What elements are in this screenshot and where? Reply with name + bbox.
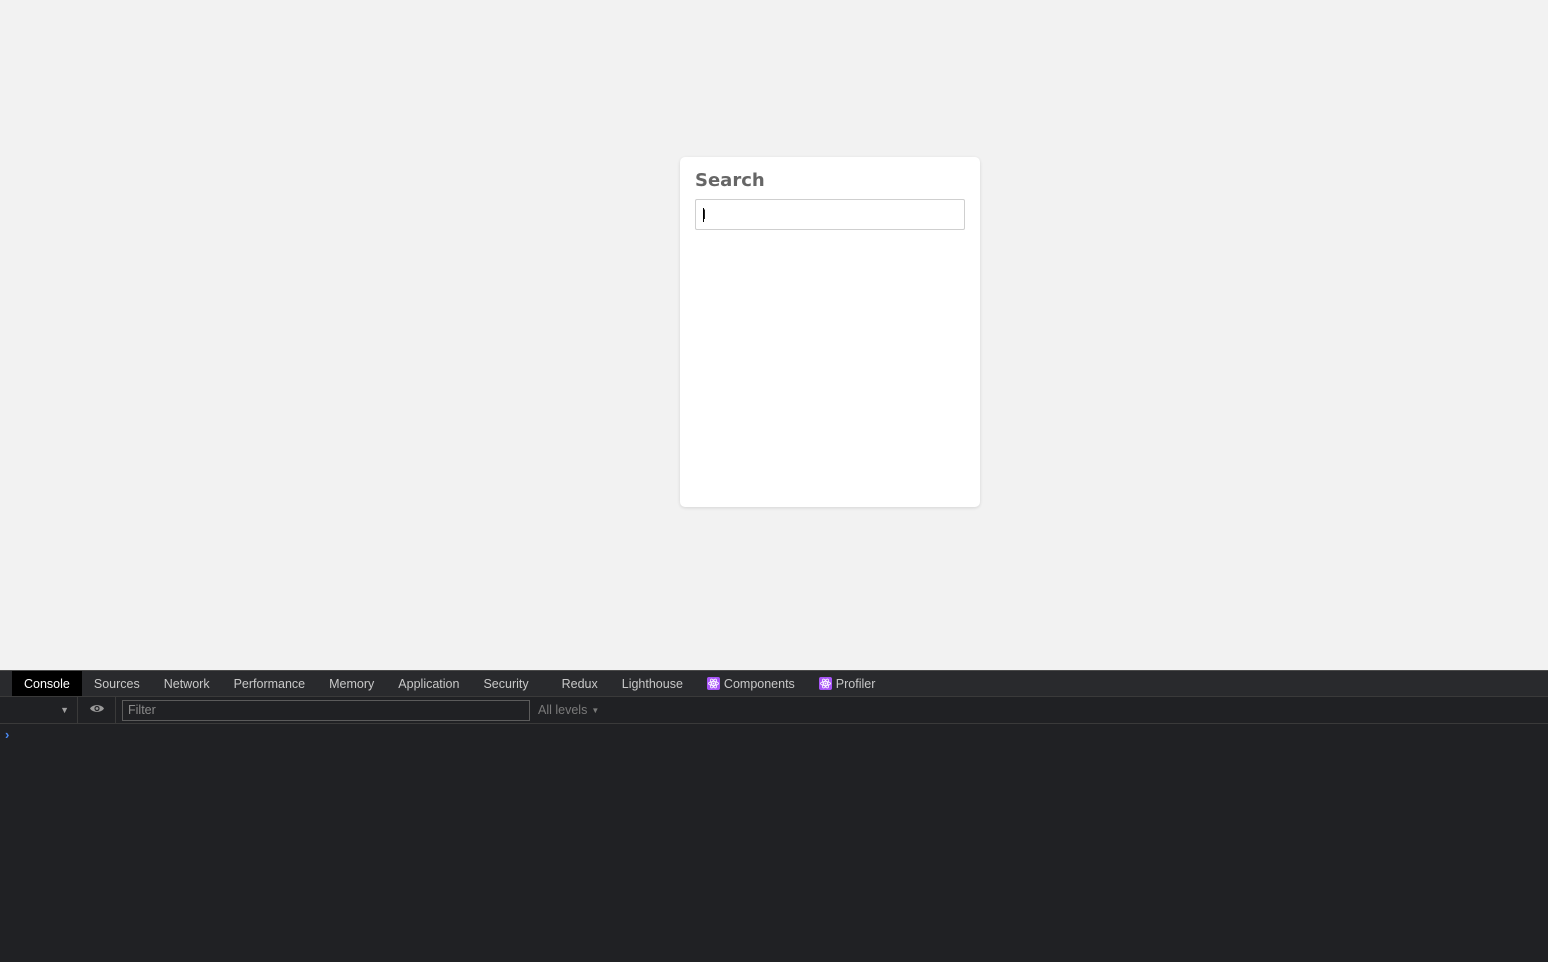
tab-label: Network	[163, 676, 210, 691]
tab-memory[interactable]: Memory	[317, 671, 386, 696]
tab-label: Console	[24, 676, 70, 691]
tab-components[interactable]: Components	[695, 671, 807, 696]
context-selector[interactable]: ▼	[0, 697, 78, 723]
page-viewport: Search	[0, 0, 1548, 670]
tab-label: Lighthouse	[621, 676, 683, 691]
tab-redux[interactable]: Redux	[550, 671, 610, 696]
devtools-tabbar: Console Sources Network Performance Memo…	[0, 670, 1548, 697]
chevron-down-icon: ▼	[591, 705, 600, 715]
search-title: Search	[695, 170, 765, 191]
tab-label: Application	[398, 676, 460, 691]
tab-label: Sources	[93, 676, 140, 691]
levels-label: All levels	[538, 703, 588, 717]
filter-input[interactable]	[122, 699, 530, 721]
tab-sources[interactable]: Sources	[82, 671, 152, 696]
tab-application[interactable]: Application	[386, 671, 471, 696]
tab-label: Profiler	[835, 676, 876, 691]
tab-security[interactable]: Security	[471, 671, 540, 696]
live-expression-button[interactable]	[78, 697, 116, 723]
tab-console[interactable]: Console	[12, 671, 82, 696]
react-icon	[818, 677, 832, 690]
console-prompt-icon: ›	[5, 727, 10, 742]
eye-icon	[89, 701, 105, 719]
search-input[interactable]	[695, 199, 965, 230]
chevron-down-icon: ▼	[60, 705, 69, 715]
tab-performance[interactable]: Performance	[222, 671, 318, 696]
tab-network[interactable]: Network	[152, 671, 222, 696]
tab-lighthouse[interactable]: Lighthouse	[610, 671, 695, 696]
devtools-panel: Console Sources Network Performance Memo…	[0, 670, 1548, 962]
console-toolbar: ▼ All levels ▼	[0, 697, 1548, 724]
tab-label: Components	[723, 676, 795, 691]
text-caret	[703, 208, 704, 222]
tab-label: Redux	[561, 676, 598, 691]
tab-label: Security	[483, 676, 529, 691]
search-card: Search	[680, 157, 980, 507]
tab-label: Performance	[233, 676, 306, 691]
react-icon	[706, 677, 720, 690]
tab-profiler[interactable]: Profiler	[807, 671, 888, 696]
console-output[interactable]: ›	[0, 724, 1548, 960]
tab-label: Memory	[329, 676, 375, 691]
log-levels-dropdown[interactable]: All levels ▼	[538, 703, 599, 717]
